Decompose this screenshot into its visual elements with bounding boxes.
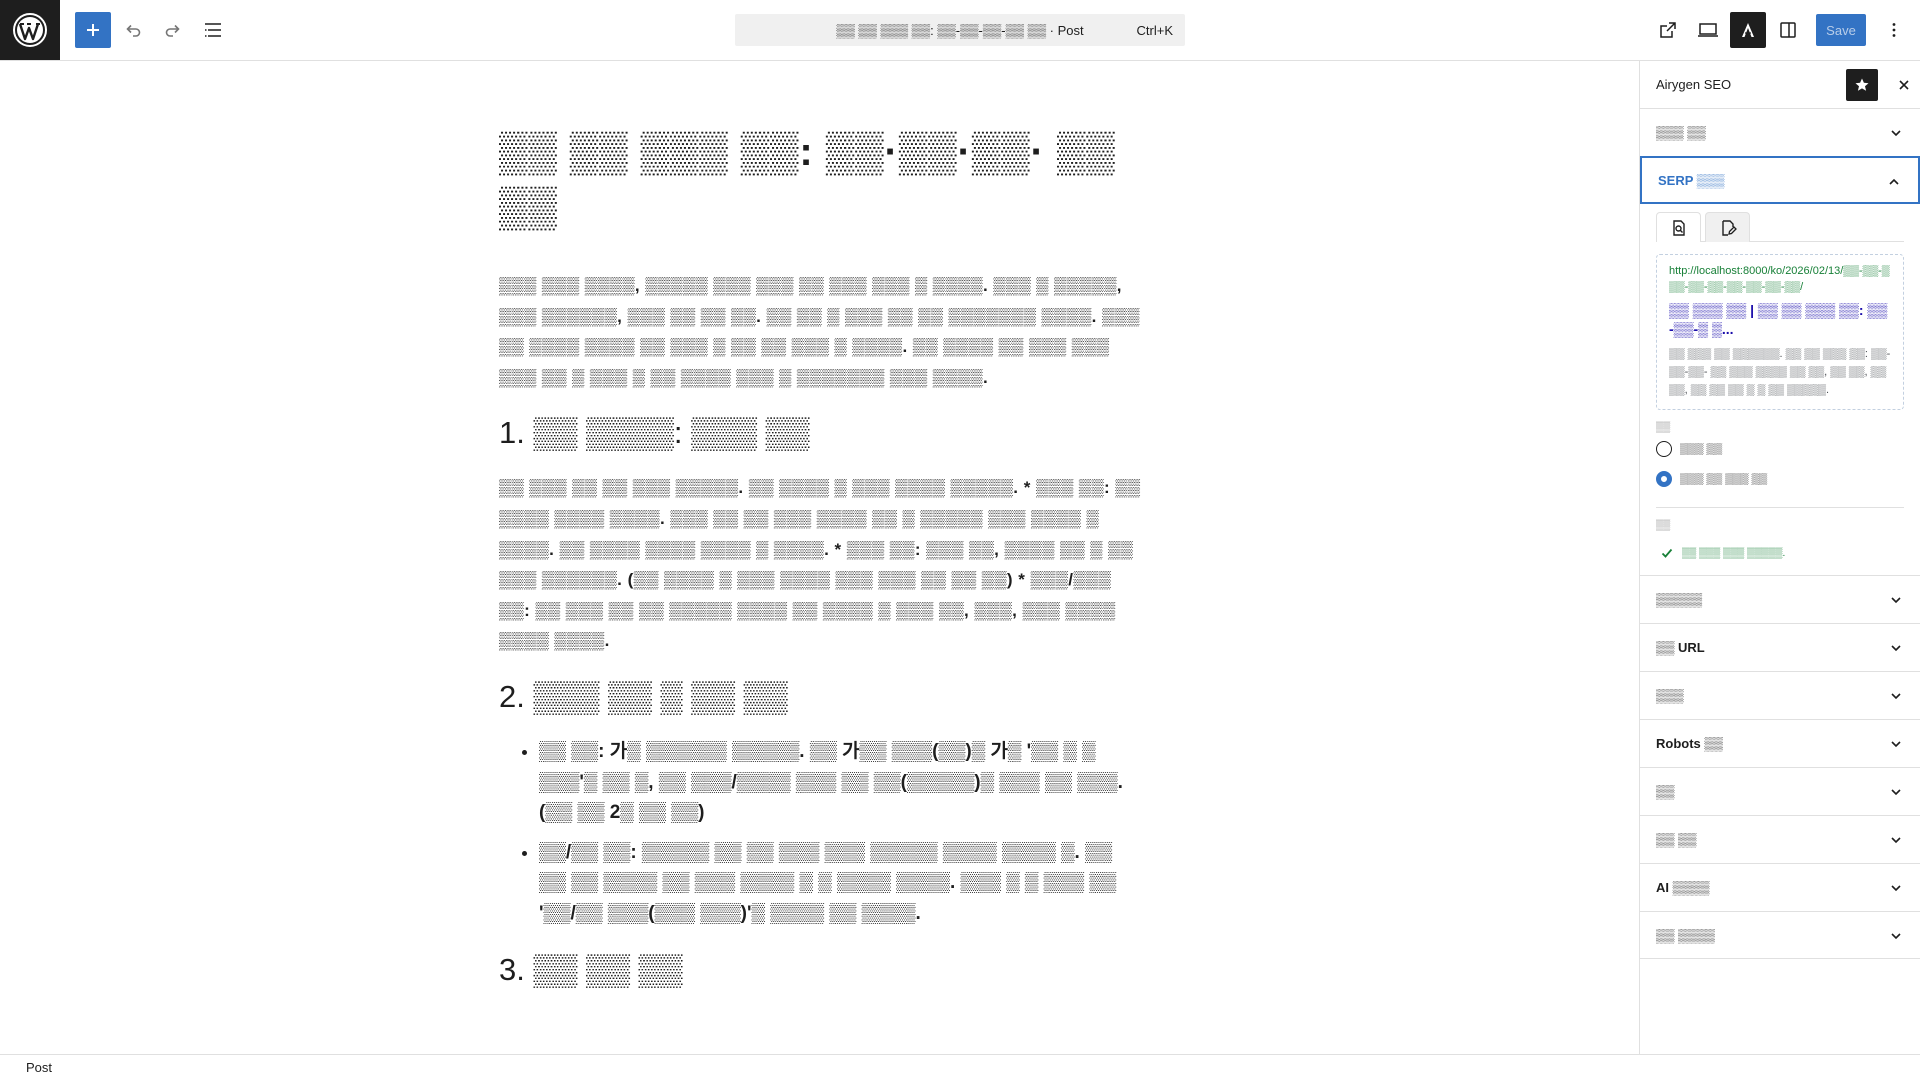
sidebar-header: Airygen SEO [1640, 61, 1920, 108]
redo-icon [165, 24, 180, 37]
chevron-down-icon [1891, 789, 1901, 796]
wordpress-logo-button[interactable] [0, 0, 60, 60]
more-vertical-icon [1892, 23, 1896, 37]
panel-label: ▒▒▒ ▒▒ [1656, 125, 1706, 140]
panel-robots[interactable]: Robots ▒▒ [1640, 719, 1920, 767]
panel-label: ▒▒▒ [1656, 688, 1684, 703]
panel-label: Robots ▒▒ [1656, 736, 1723, 751]
undo-icon [126, 24, 141, 37]
airygen-seo-sidebar: Airygen SEO ▒▒▒ ▒▒ SERP ▒▒▒ http://local… [1639, 61, 1920, 1054]
chevron-down-icon [1891, 130, 1901, 137]
chevron-down-icon [1891, 837, 1901, 844]
radio-button-selected[interactable] [1656, 471, 1672, 487]
panel-serp-preview[interactable]: SERP ▒▒▒ [1640, 156, 1920, 204]
panel-1[interactable]: ▒▒▒▒▒ [1640, 575, 1920, 623]
desktop-icon [1698, 23, 1718, 37]
serp-snippet-preview: http://localhost:8000/ko/2026/02/13/▒▒-▒… [1656, 254, 1904, 410]
plus-icon [87, 24, 99, 36]
command-palette-bar[interactable]: ▒▒ ▒▒ ▒▒▒ ▒▒: ▒▒-▒▒-▒▒-▒▒ ▒▒ · Post Ctrl… [735, 14, 1185, 46]
checkmark-icon [1661, 548, 1673, 558]
list-view-icon [205, 23, 221, 37]
panel-label: AI ▒▒▒▒ [1656, 880, 1710, 895]
panel-basic[interactable]: ▒▒▒ ▒▒ [1640, 108, 1920, 156]
radio-option-1[interactable]: ▒▒▒ ▒▒ [1656, 435, 1904, 463]
status-row: ▒▒ ▒▒▒ ▒▒▒ ▒▒▒▒▒. [1656, 543, 1904, 563]
snippet-url: http://localhost:8000/ko/2026/02/13/▒▒-▒… [1669, 265, 1890, 293]
panel-5[interactable]: ▒▒ [1640, 767, 1920, 815]
airygen-seo-button[interactable] [1730, 12, 1766, 48]
close-icon [1899, 80, 1909, 90]
chevron-down-icon [1891, 933, 1901, 940]
close-sidebar-button[interactable] [1888, 69, 1920, 101]
settings-sidebar-toggle[interactable] [1770, 12, 1806, 48]
panel-ai[interactable]: AI ▒▒▒▒ [1640, 863, 1920, 911]
device-preview-button[interactable] [1690, 12, 1726, 48]
list-view-button[interactable] [195, 12, 231, 48]
chevron-down-icon [1891, 693, 1901, 700]
view-post-button[interactable] [1650, 12, 1686, 48]
panel-8[interactable]: ▒▒ ▒▒▒▒ [1640, 911, 1920, 959]
panel-6[interactable]: ▒▒ ▒▒ [1640, 815, 1920, 863]
panel-label: ▒▒ ▒▒▒▒ [1656, 927, 1715, 943]
pin-sidebar-button[interactable] [1846, 69, 1878, 101]
serp-tabs [1656, 212, 1904, 242]
document-search-icon [1672, 219, 1685, 236]
radio-option-2[interactable]: ▒▒▒ ▒▒ ▒▒▒ ▒▒ [1656, 465, 1904, 493]
radio-button[interactable] [1656, 441, 1672, 457]
list-item[interactable]: ▒▒ ▒▒: 가▒ ▒▒▒▒▒▒ ▒▒▒▒▒. ▒▒ 가▒▒ ▒▒▒(▒▒)▒ … [539, 737, 1141, 829]
editor-canvas: ▒▒ ▒▒ ▒▒▒ ▒▒: ▒▒·▒▒·▒▒· ▒▒ ▒▒ ▒▒▒ ▒▒▒ ▒▒… [0, 61, 1639, 1054]
tab-edit-snippet[interactable] [1705, 212, 1750, 242]
redo-button[interactable] [155, 12, 191, 48]
paragraph-block[interactable]: ▒▒▒ ▒▒▒ ▒▒▒▒, ▒▒▒▒▒ ▒▒▒ ▒▒▒ ▒▒ ▒▒▒ ▒▒▒ ▒… [499, 271, 1141, 393]
device-section-label: ▒▒ [1656, 422, 1671, 433]
undo-button[interactable] [115, 12, 151, 48]
panel-canonical-url[interactable]: ▒▒ URL [1640, 623, 1920, 671]
list-block: ▒▒ ▒▒: 가▒ ▒▒▒▒▒▒ ▒▒▒▒▒. ▒▒ 가▒▒ ▒▒▒(▒▒)▒ … [499, 737, 1141, 930]
radio-label: ▒▒▒ ▒▒ [1680, 443, 1723, 455]
panel-label: ▒▒ [1656, 784, 1675, 799]
radio-label: ▒▒▒ ▒▒ ▒▒▒ ▒▒ [1680, 473, 1768, 485]
sidebar-title: Airygen SEO [1656, 77, 1732, 92]
heading-block[interactable]: 3. ▒▒ ▒▒ ▒▒ [499, 950, 1141, 990]
divider [1656, 507, 1904, 508]
chevron-down-icon [1891, 885, 1901, 892]
keyboard-shortcut: Ctrl+K [1136, 23, 1173, 38]
chevron-down-icon [1891, 597, 1901, 604]
document-title: ▒▒ ▒▒ ▒▒▒ ▒▒: ▒▒-▒▒-▒▒-▒▒ ▒▒ · Post [836, 22, 1084, 38]
status-section-label: ▒▒ [1656, 520, 1671, 531]
document-edit-icon [1721, 219, 1737, 236]
heading-block[interactable]: 1. ▒▒ ▒▒▒▒: ▒▒▒ ▒▒ [499, 413, 1141, 453]
post-title[interactable]: ▒▒ ▒▒ ▒▒▒ ▒▒: ▒▒·▒▒·▒▒· ▒▒ ▒▒ [499, 125, 1141, 235]
panel-label: ▒▒ URL [1656, 640, 1705, 655]
snippet-title[interactable]: ▒▒ ▒▒▒ ▒▒ | ▒▒ ▒▒ ▒▒▒ ▒▒: ▒▒-▒▒-▒ ▒... [1669, 301, 1891, 339]
save-button[interactable]: Save [1816, 14, 1866, 46]
heading-block[interactable]: 2. ▒▒▒ ▒▒ ▒ ▒▒ ▒▒ [499, 677, 1141, 717]
panel-label: ▒▒ ▒▒ [1656, 832, 1697, 847]
snippet-description: ▒▒ ▒▒▒ ▒▒ ▒▒▒▒▒▒. ▒▒ ▒▒ ▒▒▒ ▒▒: ▒▒-▒▒-▒▒… [1669, 348, 1891, 396]
add-block-button[interactable] [75, 12, 111, 48]
panel-label: SERP ▒▒▒ [1658, 172, 1725, 188]
editor-top-bar: ▒▒ ▒▒ ▒▒▒ ▒▒: ▒▒-▒▒-▒▒-▒▒ ▒▒ · Post Ctrl… [0, 0, 1920, 61]
panel-3[interactable]: ▒▒▒ [1640, 671, 1920, 719]
post-content: ▒▒ ▒▒ ▒▒▒ ▒▒: ▒▒·▒▒·▒▒· ▒▒ ▒▒ ▒▒▒ ▒▒▒ ▒▒… [499, 125, 1141, 990]
tab-search-preview[interactable] [1656, 212, 1701, 242]
external-link-icon [1660, 22, 1676, 38]
chevron-down-icon [1891, 645, 1901, 652]
options-menu-button[interactable] [1876, 12, 1912, 48]
panel-label: ▒▒▒▒▒ [1656, 592, 1703, 607]
chevron-down-icon [1891, 741, 1901, 748]
chevron-up-icon [1889, 178, 1899, 185]
star-icon [1855, 78, 1869, 91]
breadcrumb[interactable]: Post [26, 1060, 52, 1075]
wordpress-icon [13, 13, 47, 47]
airygen-logo-icon [1742, 23, 1754, 37]
list-item[interactable]: ▒▒/▒▒ ▒▒: ▒▒▒▒▒ ▒▒ ▒▒ ▒▒▒ ▒▒▒ ▒▒▒▒▒ ▒▒▒▒… [539, 838, 1141, 930]
paragraph-block[interactable]: ▒▒ ▒▒▒ ▒▒ ▒▒ ▒▒▒ ▒▒▒▒▒. ▒▒ ▒▒▒▒ ▒ ▒▒▒ ▒▒… [499, 473, 1141, 657]
block-breadcrumb-bar: Post [0, 1054, 1920, 1080]
sidebar-icon [1780, 22, 1796, 38]
serp-panel-body: http://localhost:8000/ko/2026/02/13/▒▒-▒… [1640, 204, 1920, 575]
status-message: ▒▒ ▒▒▒ ▒▒▒ ▒▒▒▒▒. [1682, 547, 1786, 559]
